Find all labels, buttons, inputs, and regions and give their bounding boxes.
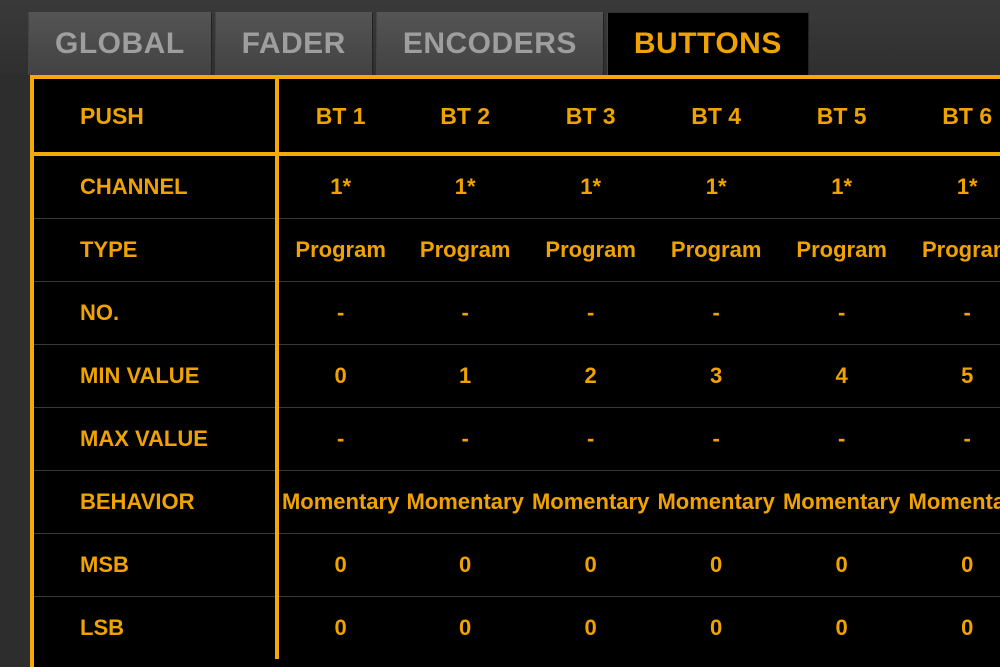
cell-channel-bt2[interactable]: 1* bbox=[402, 154, 528, 219]
cell-channel-bt4[interactable]: 1* bbox=[653, 154, 779, 219]
cell-max-bt2[interactable]: - bbox=[402, 408, 528, 471]
tab-bar: GLOBAL FADER ENCODERS BUTTONS bbox=[0, 0, 1000, 75]
row-msb: MSB 0 0 0 0 0 0 bbox=[34, 534, 1000, 597]
cell-max-bt1[interactable]: - bbox=[277, 408, 403, 471]
cell-min-bt5[interactable]: 4 bbox=[779, 345, 905, 408]
cell-type-bt1[interactable]: Program bbox=[277, 219, 403, 282]
cell-max-bt3[interactable]: - bbox=[528, 408, 654, 471]
cell-type-bt5[interactable]: Program bbox=[779, 219, 905, 282]
tab-encoders[interactable]: ENCODERS bbox=[376, 12, 604, 75]
cell-no-bt5[interactable]: - bbox=[779, 282, 905, 345]
cell-no-bt4[interactable]: - bbox=[653, 282, 779, 345]
tab-buttons[interactable]: BUTTONS bbox=[607, 12, 809, 75]
col-header-bt2[interactable]: BT 2 bbox=[402, 79, 528, 154]
cell-msb-bt2[interactable]: 0 bbox=[402, 534, 528, 597]
cell-lsb-bt2[interactable]: 0 bbox=[402, 597, 528, 660]
cell-min-bt6[interactable]: 5 bbox=[904, 345, 1000, 408]
col-header-bt6[interactable]: BT 6 bbox=[904, 79, 1000, 154]
cell-msb-bt1[interactable]: 0 bbox=[277, 534, 403, 597]
cell-channel-bt3[interactable]: 1* bbox=[528, 154, 654, 219]
cell-behavior-bt3[interactable]: Momentary bbox=[528, 471, 654, 534]
cell-behavior-bt6[interactable]: Momentary bbox=[904, 471, 1000, 534]
cell-lsb-bt4[interactable]: 0 bbox=[653, 597, 779, 660]
cell-max-bt4[interactable]: - bbox=[653, 408, 779, 471]
cell-type-bt2[interactable]: Program bbox=[402, 219, 528, 282]
row-behavior: BEHAVIOR Momentary Momentary Momentary M… bbox=[34, 471, 1000, 534]
row-max-value: MAX VALUE - - - - - - bbox=[34, 408, 1000, 471]
cell-behavior-bt2[interactable]: Momentary bbox=[402, 471, 528, 534]
row-label-behavior: BEHAVIOR bbox=[34, 471, 277, 534]
tab-global[interactable]: GLOBAL bbox=[28, 12, 212, 75]
cell-type-bt6[interactable]: Program bbox=[904, 219, 1000, 282]
table-header-row: PUSH BT 1 BT 2 BT 3 BT 4 BT 5 BT 6 bbox=[34, 79, 1000, 154]
cell-msb-bt3[interactable]: 0 bbox=[528, 534, 654, 597]
row-channel: CHANNEL 1* 1* 1* 1* 1* 1* bbox=[34, 154, 1000, 219]
col-header-bt1[interactable]: BT 1 bbox=[277, 79, 403, 154]
row-label-msb: MSB bbox=[34, 534, 277, 597]
row-label-lsb: LSB bbox=[34, 597, 277, 660]
row-label-min-value: MIN VALUE bbox=[34, 345, 277, 408]
cell-behavior-bt1[interactable]: Momentary bbox=[277, 471, 403, 534]
cell-type-bt3[interactable]: Program bbox=[528, 219, 654, 282]
cell-behavior-bt5[interactable]: Momentary bbox=[779, 471, 905, 534]
cell-min-bt2[interactable]: 1 bbox=[402, 345, 528, 408]
cell-min-bt1[interactable]: 0 bbox=[277, 345, 403, 408]
cell-lsb-bt5[interactable]: 0 bbox=[779, 597, 905, 660]
cell-behavior-bt4[interactable]: Momentary bbox=[653, 471, 779, 534]
row-no: NO. - - - - - - bbox=[34, 282, 1000, 345]
cell-msb-bt6[interactable]: 0 bbox=[904, 534, 1000, 597]
cell-lsb-bt1[interactable]: 0 bbox=[277, 597, 403, 660]
cell-channel-bt6[interactable]: 1* bbox=[904, 154, 1000, 219]
cell-no-bt3[interactable]: - bbox=[528, 282, 654, 345]
col-header-bt4[interactable]: BT 4 bbox=[653, 79, 779, 154]
cell-min-bt3[interactable]: 2 bbox=[528, 345, 654, 408]
row-type: TYPE Program Program Program Program Pro… bbox=[34, 219, 1000, 282]
row-min-value: MIN VALUE 0 1 2 3 4 5 bbox=[34, 345, 1000, 408]
cell-no-bt1[interactable]: - bbox=[277, 282, 403, 345]
buttons-config-table: PUSH BT 1 BT 2 BT 3 BT 4 BT 5 BT 6 CHANN… bbox=[34, 79, 1000, 659]
row-label-no: NO. bbox=[34, 282, 277, 345]
cell-min-bt4[interactable]: 3 bbox=[653, 345, 779, 408]
row-label-channel: CHANNEL bbox=[34, 154, 277, 219]
cell-channel-bt1[interactable]: 1* bbox=[277, 154, 403, 219]
cell-max-bt6[interactable]: - bbox=[904, 408, 1000, 471]
cell-no-bt2[interactable]: - bbox=[402, 282, 528, 345]
col-header-bt5[interactable]: BT 5 bbox=[779, 79, 905, 154]
cell-lsb-bt3[interactable]: 0 bbox=[528, 597, 654, 660]
cell-msb-bt4[interactable]: 0 bbox=[653, 534, 779, 597]
row-label-type: TYPE bbox=[34, 219, 277, 282]
col-header-bt3[interactable]: BT 3 bbox=[528, 79, 654, 154]
cell-channel-bt5[interactable]: 1* bbox=[779, 154, 905, 219]
row-lsb: LSB 0 0 0 0 0 0 bbox=[34, 597, 1000, 660]
cell-no-bt6[interactable]: - bbox=[904, 282, 1000, 345]
buttons-panel: PUSH BT 1 BT 2 BT 3 BT 4 BT 5 BT 6 CHANN… bbox=[30, 75, 1000, 667]
header-corner-label: PUSH bbox=[34, 79, 277, 154]
tab-fader[interactable]: FADER bbox=[215, 12, 373, 75]
cell-max-bt5[interactable]: - bbox=[779, 408, 905, 471]
cell-type-bt4[interactable]: Program bbox=[653, 219, 779, 282]
cell-msb-bt5[interactable]: 0 bbox=[779, 534, 905, 597]
row-label-max-value: MAX VALUE bbox=[34, 408, 277, 471]
cell-lsb-bt6[interactable]: 0 bbox=[904, 597, 1000, 660]
